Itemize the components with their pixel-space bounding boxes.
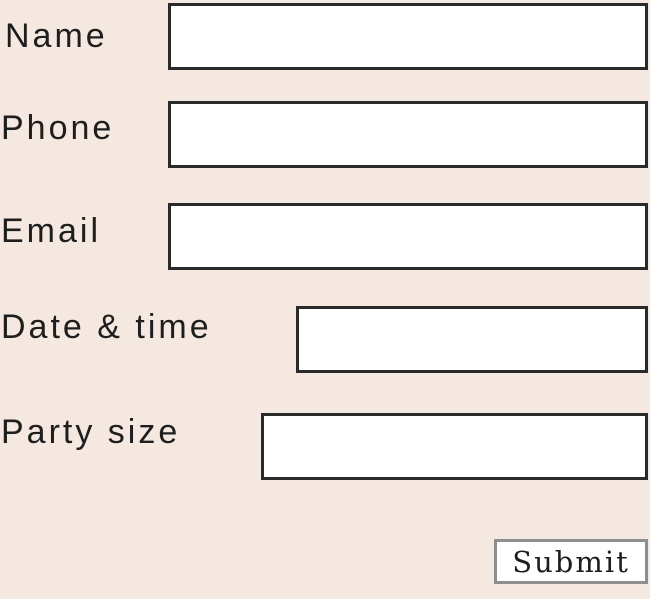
name-input[interactable] (168, 3, 648, 70)
date-time-label: Date & time (1, 308, 212, 346)
party-size-label: Party size (1, 413, 181, 451)
submit-button[interactable]: Submit (494, 539, 648, 584)
email-label: Email (1, 212, 102, 250)
party-size-input[interactable] (261, 413, 648, 480)
phone-label: Phone (1, 109, 115, 147)
name-label: Name (5, 17, 108, 55)
email-input[interactable] (168, 203, 648, 270)
phone-input[interactable] (168, 101, 648, 168)
date-time-input[interactable] (296, 306, 648, 373)
